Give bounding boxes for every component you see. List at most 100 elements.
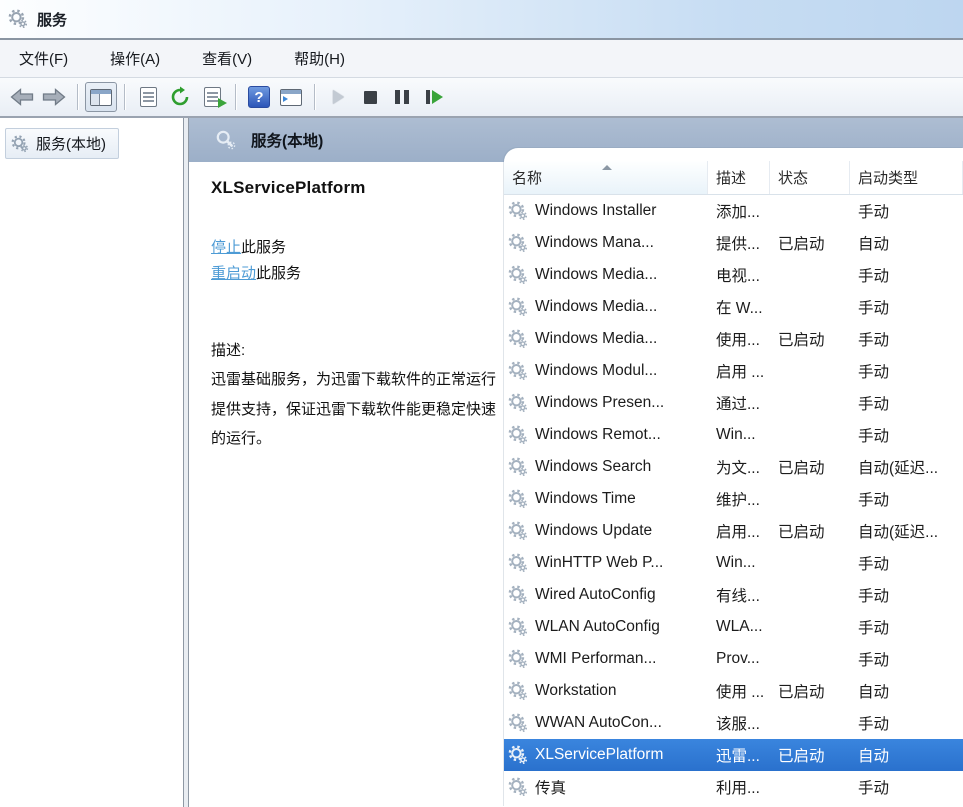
table-row[interactable]: Windows Remot... Win... 手动: [504, 419, 963, 451]
menu-item[interactable]: 查看(V): [187, 42, 267, 75]
table-row[interactable]: Windows Update 启用... 已启动 自动(延迟...: [504, 515, 963, 547]
service-status-cell: 已启动: [778, 460, 825, 477]
pause-service-icon[interactable]: [386, 82, 418, 112]
service-startup-type-cell: 自动: [858, 684, 890, 701]
service-startup-type-cell: 自动(延迟...: [858, 460, 939, 477]
service-gear-icon: [508, 489, 528, 509]
menu-item[interactable]: 文件(F): [4, 42, 83, 75]
service-startup-type-cell: 自动: [858, 236, 890, 253]
table-row[interactable]: Windows Media... 电视... 手动: [504, 259, 963, 291]
service-gear-icon: [508, 745, 528, 765]
service-desc-cell: 启用 ...: [716, 364, 765, 381]
column-header-startup-type[interactable]: 启动类型: [850, 161, 963, 194]
service-desc-cell: 使用 ...: [716, 684, 765, 701]
service-startup-type-cell: 自动: [858, 748, 890, 765]
service-desc-cell: 有线...: [716, 588, 760, 605]
service-name-cell: WMI Performan...: [504, 649, 708, 669]
service-name-cell: WLAN AutoConfig: [504, 617, 708, 637]
service-gear-icon: [508, 265, 528, 285]
sort-ascending-icon: [601, 165, 612, 170]
service-desc-cell: Win...: [716, 426, 756, 443]
service-name-cell: Windows Remot...: [504, 425, 708, 445]
toolbar-separator: [235, 84, 236, 110]
table-row[interactable]: Workstation 使用 ... 已启动 自动: [504, 675, 963, 707]
show-console-tree-icon[interactable]: [85, 82, 117, 112]
export-list-icon[interactable]: [196, 82, 228, 112]
table-row[interactable]: Windows Presen... 通过... 手动: [504, 387, 963, 419]
forward-icon[interactable]: [38, 82, 70, 112]
service-gear-icon: [508, 681, 528, 701]
service-status-cell: 已启动: [778, 748, 825, 765]
restart-service-link[interactable]: 重启动: [211, 265, 256, 282]
service-gear-icon: [508, 233, 528, 253]
service-desc-cell: 迅雷...: [716, 748, 760, 765]
service-desc-cell: 使用...: [716, 332, 760, 349]
service-gear-icon: [508, 457, 528, 477]
service-gear-icon: [508, 425, 528, 445]
table-row[interactable]: Windows Media... 使用... 已启动 手动: [504, 323, 963, 355]
service-status-cell: 已启动: [778, 524, 825, 541]
service-description-pane: XLServicePlatform 停止此服务 重启动此服务 描述: 迅雷基础服…: [189, 162, 504, 807]
service-name-cell: Windows Mana...: [504, 233, 708, 253]
service-name-cell: Windows Update: [504, 521, 708, 541]
toolbar-separator: [77, 84, 78, 110]
table-row[interactable]: Windows Modul... 启用 ... 手动: [504, 355, 963, 387]
extended-view-icon[interactable]: [275, 82, 307, 112]
service-gear-icon: [508, 617, 528, 637]
help-icon[interactable]: ?: [243, 82, 275, 112]
table-row[interactable]: 传真 利用... 手动: [504, 771, 963, 803]
table-row[interactable]: Windows Mana... 提供... 已启动 自动: [504, 227, 963, 259]
service-gear-icon: [508, 777, 528, 797]
service-startup-type-cell: 手动: [858, 588, 890, 605]
menu-item[interactable]: 帮助(H): [279, 42, 360, 75]
service-startup-type-cell: 手动: [858, 396, 890, 413]
table-row[interactable]: XLServicePlatform 迅雷... 已启动 自动: [504, 739, 963, 771]
service-startup-type-cell: 手动: [858, 364, 890, 381]
column-header-description[interactable]: 描述: [708, 161, 770, 194]
column-header-status[interactable]: 状态: [770, 161, 850, 194]
stop-service-icon[interactable]: [354, 82, 386, 112]
services-gear-icon: [8, 9, 28, 29]
table-row[interactable]: WinHTTP Web P... Win... 手动: [504, 547, 963, 579]
service-name-cell: XLServicePlatform: [504, 745, 708, 765]
services-list: Windows Installer 添加... 手动 Windows Mana.…: [504, 195, 963, 803]
sidebar-item-services-local[interactable]: 服务(本地): [5, 128, 119, 159]
menu-item[interactable]: 操作(A): [95, 42, 175, 75]
table-row[interactable]: Windows Time 维护... 手动: [504, 483, 963, 515]
service-status-cell: 已启动: [778, 684, 825, 701]
restart-service-icon[interactable]: [418, 82, 450, 112]
table-row[interactable]: Windows Search 为文... 已启动 自动(延迟...: [504, 451, 963, 483]
service-desc-cell: 利用...: [716, 780, 760, 797]
start-service-icon[interactable]: [322, 82, 354, 112]
service-desc-cell: 添加...: [716, 204, 760, 221]
table-row[interactable]: WWAN AutoCon... 该服... 手动: [504, 707, 963, 739]
service-gear-icon: [508, 297, 528, 317]
service-startup-type-cell: 手动: [858, 780, 890, 797]
table-row[interactable]: Windows Media... 在 W... 手动: [504, 291, 963, 323]
service-desc-cell: 在 W...: [716, 300, 763, 317]
banner-title: 服务(本地): [251, 133, 324, 150]
table-row[interactable]: Wired AutoConfig 有线... 手动: [504, 579, 963, 611]
service-startup-type-cell: 手动: [858, 332, 890, 349]
service-desc-cell: 维护...: [716, 492, 760, 509]
refresh-icon[interactable]: [164, 82, 196, 112]
service-desc-cell: 通过...: [716, 396, 760, 413]
list-header: 名称 描述 状态 启动类型: [504, 161, 963, 195]
service-startup-type-cell: 手动: [858, 716, 890, 733]
table-row[interactable]: WMI Performan... Prov... 手动: [504, 643, 963, 675]
services-magnifier-icon: [215, 129, 237, 151]
table-row[interactable]: Windows Installer 添加... 手动: [504, 195, 963, 227]
console-tree-sidebar: 服务(本地): [0, 118, 184, 807]
column-header-name[interactable]: 名称: [504, 161, 708, 194]
service-name-cell: Windows Media...: [504, 265, 708, 285]
selected-service-name: XLServicePlatform: [211, 178, 366, 197]
service-startup-type-cell: 手动: [858, 428, 890, 445]
properties-icon[interactable]: [132, 82, 164, 112]
stop-service-link[interactable]: 停止: [211, 239, 241, 256]
table-row[interactable]: WLAN AutoConfig WLA... 手动: [504, 611, 963, 643]
service-startup-type-cell: 手动: [858, 204, 890, 221]
back-icon[interactable]: [6, 82, 38, 112]
service-status-cell: 已启动: [778, 236, 825, 253]
service-name-cell: Windows Modul...: [504, 361, 708, 381]
service-desc-cell: 启用...: [716, 524, 760, 541]
